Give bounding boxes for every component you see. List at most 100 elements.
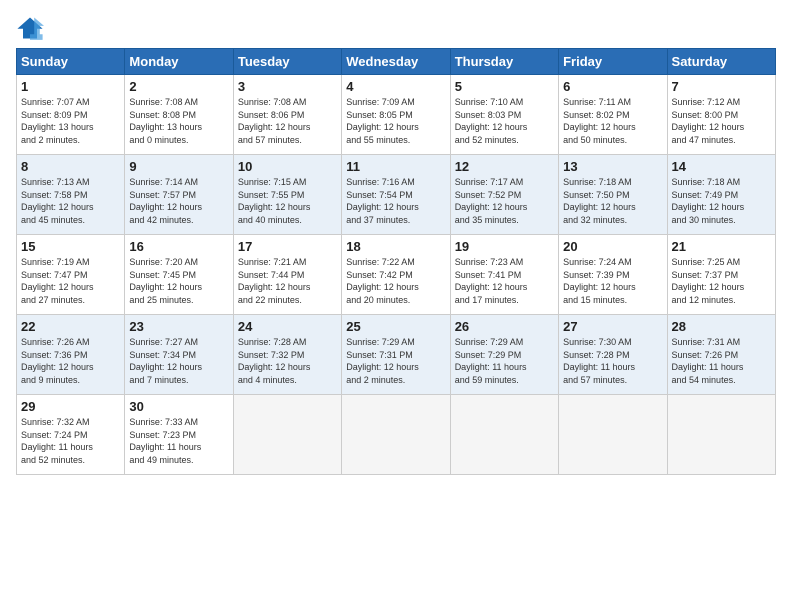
day-info-line: and 7 minutes. bbox=[129, 374, 228, 387]
day-number: 30 bbox=[129, 399, 228, 414]
logo bbox=[16, 16, 48, 40]
day-info: Sunrise: 7:22 AMSunset: 7:42 PMDaylight:… bbox=[346, 256, 445, 306]
day-info-line: Sunrise: 7:32 AM bbox=[21, 416, 120, 429]
day-info-line: Sunrise: 7:22 AM bbox=[346, 256, 445, 269]
day-number: 11 bbox=[346, 159, 445, 174]
day-info-line: and 32 minutes. bbox=[563, 214, 662, 227]
day-info-line: Sunset: 8:08 PM bbox=[129, 109, 228, 122]
calendar-table: SundayMondayTuesdayWednesdayThursdayFrid… bbox=[16, 48, 776, 475]
day-info-line: Sunrise: 7:08 AM bbox=[129, 96, 228, 109]
day-info-line: and 50 minutes. bbox=[563, 134, 662, 147]
calendar-week-2: 8Sunrise: 7:13 AMSunset: 7:58 PMDaylight… bbox=[17, 155, 776, 235]
day-number: 18 bbox=[346, 239, 445, 254]
day-info: Sunrise: 7:14 AMSunset: 7:57 PMDaylight:… bbox=[129, 176, 228, 226]
day-info-line: Daylight: 12 hours bbox=[346, 121, 445, 134]
day-number: 27 bbox=[563, 319, 662, 334]
day-info-line: Sunrise: 7:31 AM bbox=[672, 336, 771, 349]
day-info-line: Sunset: 7:47 PM bbox=[21, 269, 120, 282]
day-info-line: Sunset: 7:42 PM bbox=[346, 269, 445, 282]
calendar-cell: 12Sunrise: 7:17 AMSunset: 7:52 PMDayligh… bbox=[450, 155, 558, 235]
day-info-line: Sunset: 7:24 PM bbox=[21, 429, 120, 442]
day-info-line: and 12 minutes. bbox=[672, 294, 771, 307]
day-info-line: Daylight: 12 hours bbox=[346, 281, 445, 294]
calendar-week-1: 1Sunrise: 7:07 AMSunset: 8:09 PMDaylight… bbox=[17, 75, 776, 155]
day-info-line: and 40 minutes. bbox=[238, 214, 337, 227]
calendar-cell: 10Sunrise: 7:15 AMSunset: 7:55 PMDayligh… bbox=[233, 155, 341, 235]
day-info-line: Sunset: 7:26 PM bbox=[672, 349, 771, 362]
day-info-line: Sunrise: 7:28 AM bbox=[238, 336, 337, 349]
day-info-line: Sunrise: 7:21 AM bbox=[238, 256, 337, 269]
day-info-line: Sunrise: 7:29 AM bbox=[455, 336, 554, 349]
calendar-cell: 29Sunrise: 7:32 AMSunset: 7:24 PMDayligh… bbox=[17, 395, 125, 475]
day-number: 17 bbox=[238, 239, 337, 254]
day-info-line: Sunrise: 7:24 AM bbox=[563, 256, 662, 269]
calendar-cell: 2Sunrise: 7:08 AMSunset: 8:08 PMDaylight… bbox=[125, 75, 233, 155]
day-number: 13 bbox=[563, 159, 662, 174]
calendar-cell: 24Sunrise: 7:28 AMSunset: 7:32 PMDayligh… bbox=[233, 315, 341, 395]
calendar-cell: 28Sunrise: 7:31 AMSunset: 7:26 PMDayligh… bbox=[667, 315, 775, 395]
day-info-line: Sunset: 7:55 PM bbox=[238, 189, 337, 202]
day-info: Sunrise: 7:18 AMSunset: 7:49 PMDaylight:… bbox=[672, 176, 771, 226]
calendar-cell: 6Sunrise: 7:11 AMSunset: 8:02 PMDaylight… bbox=[559, 75, 667, 155]
weekday-sunday: Sunday bbox=[17, 49, 125, 75]
weekday-friday: Friday bbox=[559, 49, 667, 75]
day-info-line: Daylight: 12 hours bbox=[21, 201, 120, 214]
calendar-cell: 15Sunrise: 7:19 AMSunset: 7:47 PMDayligh… bbox=[17, 235, 125, 315]
day-info-line: Sunrise: 7:29 AM bbox=[346, 336, 445, 349]
day-info-line: Daylight: 12 hours bbox=[672, 201, 771, 214]
day-info-line: Daylight: 12 hours bbox=[346, 201, 445, 214]
day-info: Sunrise: 7:15 AMSunset: 7:55 PMDaylight:… bbox=[238, 176, 337, 226]
day-info: Sunrise: 7:29 AMSunset: 7:31 PMDaylight:… bbox=[346, 336, 445, 386]
day-info-line: and 52 minutes. bbox=[21, 454, 120, 467]
day-info-line: and 55 minutes. bbox=[346, 134, 445, 147]
day-info-line: Sunrise: 7:26 AM bbox=[21, 336, 120, 349]
day-info: Sunrise: 7:10 AMSunset: 8:03 PMDaylight:… bbox=[455, 96, 554, 146]
day-number: 21 bbox=[672, 239, 771, 254]
day-info: Sunrise: 7:25 AMSunset: 7:37 PMDaylight:… bbox=[672, 256, 771, 306]
day-info-line: Sunset: 7:32 PM bbox=[238, 349, 337, 362]
day-info-line: Sunset: 7:49 PM bbox=[672, 189, 771, 202]
day-info: Sunrise: 7:24 AMSunset: 7:39 PMDaylight:… bbox=[563, 256, 662, 306]
calendar-cell: 1Sunrise: 7:07 AMSunset: 8:09 PMDaylight… bbox=[17, 75, 125, 155]
day-info-line: and 47 minutes. bbox=[672, 134, 771, 147]
day-info-line: Sunset: 7:50 PM bbox=[563, 189, 662, 202]
day-info: Sunrise: 7:21 AMSunset: 7:44 PMDaylight:… bbox=[238, 256, 337, 306]
calendar-cell: 7Sunrise: 7:12 AMSunset: 8:00 PMDaylight… bbox=[667, 75, 775, 155]
weekday-saturday: Saturday bbox=[667, 49, 775, 75]
day-info-line: and 30 minutes. bbox=[672, 214, 771, 227]
day-info-line: Sunrise: 7:23 AM bbox=[455, 256, 554, 269]
day-number: 12 bbox=[455, 159, 554, 174]
day-info: Sunrise: 7:33 AMSunset: 7:23 PMDaylight:… bbox=[129, 416, 228, 466]
calendar-cell: 26Sunrise: 7:29 AMSunset: 7:29 PMDayligh… bbox=[450, 315, 558, 395]
calendar-cell: 4Sunrise: 7:09 AMSunset: 8:05 PMDaylight… bbox=[342, 75, 450, 155]
day-info-line: Daylight: 12 hours bbox=[21, 361, 120, 374]
day-info-line: and 35 minutes. bbox=[455, 214, 554, 227]
logo-icon bbox=[16, 16, 44, 40]
day-info-line: Daylight: 11 hours bbox=[563, 361, 662, 374]
day-info-line: and 57 minutes. bbox=[238, 134, 337, 147]
day-info-line: Daylight: 12 hours bbox=[455, 121, 554, 134]
calendar-cell bbox=[667, 395, 775, 475]
day-info-line: Sunrise: 7:20 AM bbox=[129, 256, 228, 269]
day-info-line: and 37 minutes. bbox=[346, 214, 445, 227]
day-number: 29 bbox=[21, 399, 120, 414]
day-info-line: Daylight: 12 hours bbox=[455, 201, 554, 214]
weekday-header-row: SundayMondayTuesdayWednesdayThursdayFrid… bbox=[17, 49, 776, 75]
day-info-line: Daylight: 12 hours bbox=[563, 281, 662, 294]
day-info-line: and 25 minutes. bbox=[129, 294, 228, 307]
calendar-cell: 8Sunrise: 7:13 AMSunset: 7:58 PMDaylight… bbox=[17, 155, 125, 235]
day-info-line: Sunrise: 7:10 AM bbox=[455, 96, 554, 109]
day-number: 23 bbox=[129, 319, 228, 334]
day-info-line: Sunrise: 7:33 AM bbox=[129, 416, 228, 429]
day-info-line: Sunrise: 7:18 AM bbox=[563, 176, 662, 189]
day-info: Sunrise: 7:11 AMSunset: 8:02 PMDaylight:… bbox=[563, 96, 662, 146]
day-info-line: Sunrise: 7:15 AM bbox=[238, 176, 337, 189]
day-info-line: and 15 minutes. bbox=[563, 294, 662, 307]
calendar-cell: 13Sunrise: 7:18 AMSunset: 7:50 PMDayligh… bbox=[559, 155, 667, 235]
day-info-line: and 52 minutes. bbox=[455, 134, 554, 147]
calendar-cell: 30 Sunrise: 7:33 AMSunset: 7:23 PMDayligh… bbox=[125, 395, 233, 475]
day-info-line: Sunset: 7:23 PM bbox=[129, 429, 228, 442]
day-info-line: and 2 minutes. bbox=[21, 134, 120, 147]
day-number: 19 bbox=[455, 239, 554, 254]
day-info-line: and 27 minutes. bbox=[21, 294, 120, 307]
